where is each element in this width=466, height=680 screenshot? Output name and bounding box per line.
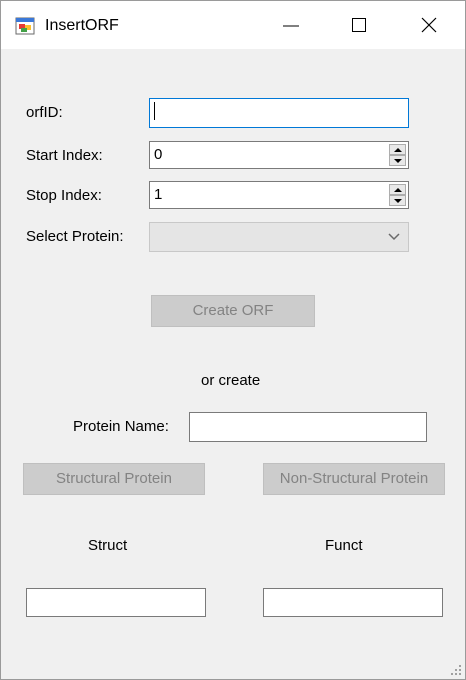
resize-grip-icon[interactable] [450,664,462,676]
chevron-down-icon [388,233,400,241]
select-protein-label: Select Protein: [26,228,124,245]
protein-name-input[interactable] [189,412,427,442]
start-index-value: 0 [154,146,163,163]
arrow-down-icon [394,159,402,163]
start-index-stepper[interactable]: 0 [149,141,409,169]
maximize-button[interactable] [325,1,393,49]
arrow-up-icon [394,148,402,152]
stop-index-stepper[interactable]: 1 [149,181,409,209]
close-button[interactable] [395,1,463,49]
text-caret [154,102,155,121]
struct-label: Struct [88,537,128,554]
orf-id-input[interactable] [149,98,409,128]
app-icon [15,17,35,35]
stop-index-label: Stop Index: [26,187,102,204]
stop-index-value: 1 [154,186,163,203]
window-title: InsertORF [45,17,119,34]
funct-label: Funct [325,537,363,554]
stop-index-spin [389,184,406,206]
arrow-up-icon [394,188,402,192]
create-orf-button[interactable]: Create ORF [151,295,315,327]
protein-name-label: Protein Name: [73,418,169,435]
or-create-text: or create [201,372,261,389]
minimize-icon [283,25,299,27]
arrow-down-icon [394,199,402,203]
start-index-label: Start Index: [26,147,103,164]
funct-input[interactable] [263,588,443,617]
select-protein-dropdown[interactable] [149,222,409,252]
start-index-up-button[interactable] [389,144,406,155]
start-index-down-button[interactable] [389,155,406,166]
stop-index-up-button[interactable] [389,184,406,195]
insert-orf-window: InsertORF orfID: Start Index: 0 Stop Ind… [0,0,466,680]
struct-input[interactable] [26,588,206,617]
stop-index-down-button[interactable] [389,195,406,206]
start-index-spin [389,144,406,166]
close-icon [421,17,437,33]
non-structural-protein-button[interactable]: Non-Structural Protein [263,463,445,495]
maximize-icon [352,18,366,32]
structural-protein-button[interactable]: Structural Protein [23,463,205,495]
minimize-button[interactable] [257,1,325,49]
orf-id-label: orfID: [26,104,63,121]
title-bar[interactable]: InsertORF [1,1,465,49]
